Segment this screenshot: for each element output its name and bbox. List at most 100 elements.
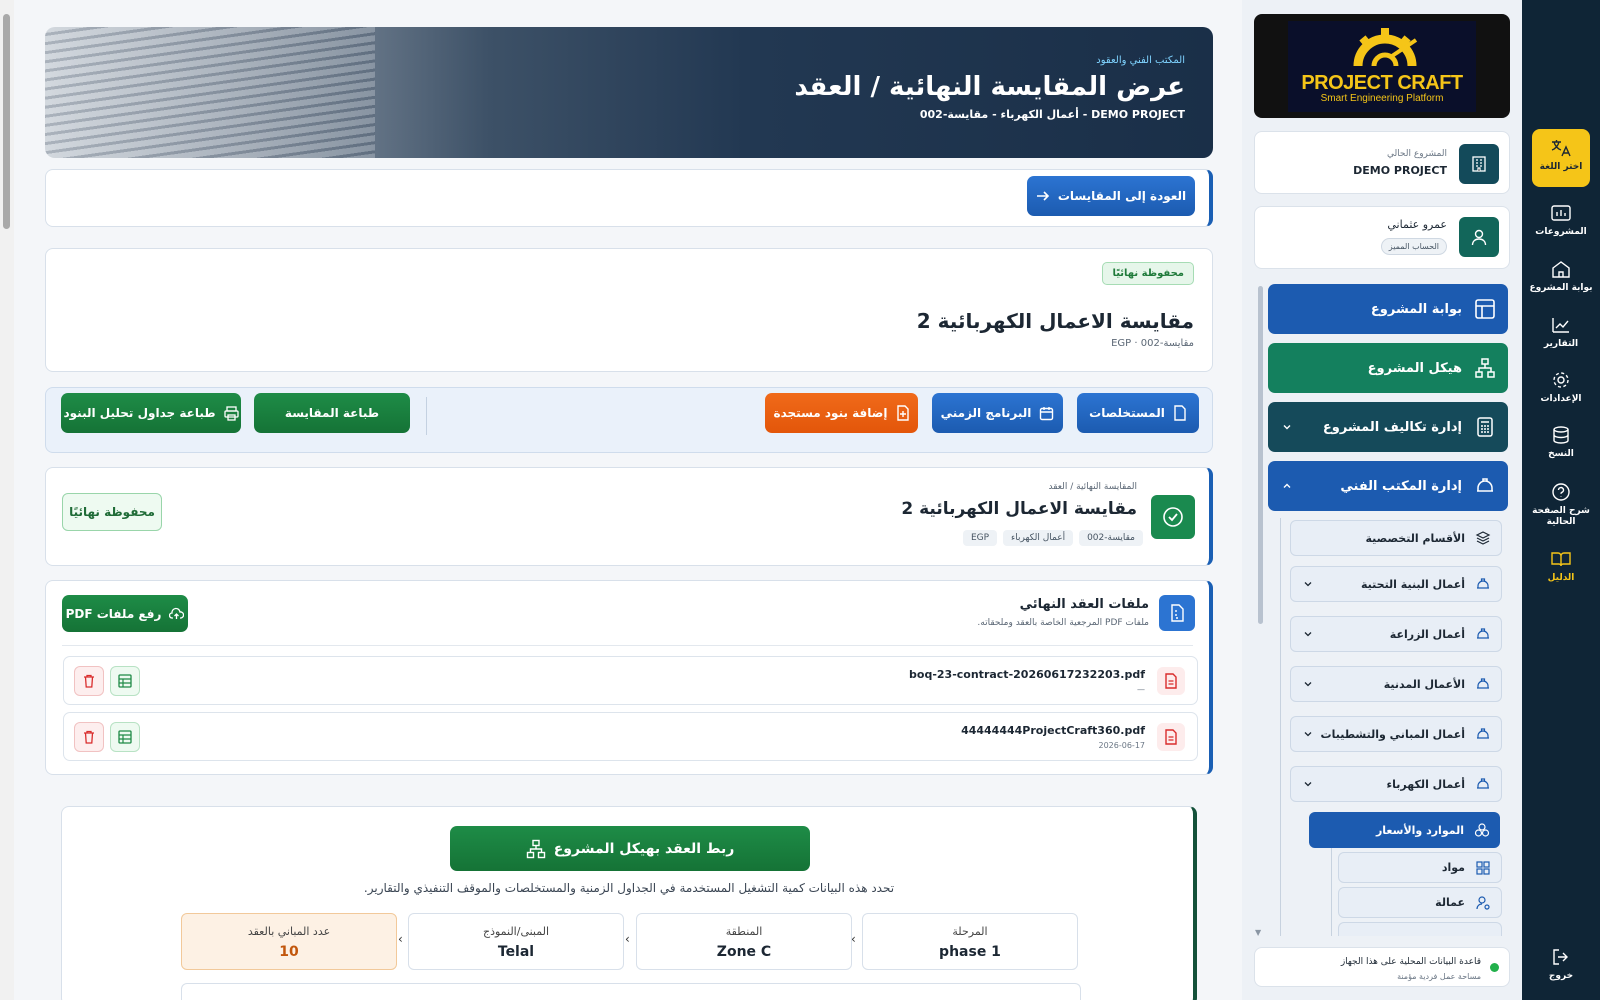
building-count-box[interactable]: عدد المباني بالعقد 10: [181, 913, 397, 970]
gear-logo-icon: [1353, 28, 1418, 67]
sub-nav-materials[interactable]: مواد: [1338, 852, 1502, 883]
zone-value: Zone C: [716, 944, 772, 960]
print-boq-button[interactable]: طباعة المقايسة: [254, 393, 410, 433]
rail-projects[interactable]: المشروعات: [1522, 203, 1600, 237]
actions-toolbar: المستخلصات البرنامج الزمني إضافة بنود مس…: [45, 387, 1213, 453]
scroll-down-arrow-icon[interactable]: ▼: [1255, 928, 1261, 937]
phase-box[interactable]: المرحلة phase 1: [862, 913, 1078, 970]
boq-title: مقايسة الاعمال الكهربائية 2: [916, 309, 1194, 333]
page-scrollbar[interactable]: [0, 0, 14, 1000]
building-count-label: عدد المباني بالعقد: [247, 925, 331, 938]
printer-icon: [223, 405, 239, 421]
sub-nav-label: أعمال البنية التحتية: [1360, 577, 1465, 591]
add-items-button[interactable]: إضافة بنود مستجدة: [765, 393, 918, 433]
chip-discipline: أعمال الكهرباء: [1003, 530, 1074, 546]
sub-nav-civil-works[interactable]: الأعمال المدنية: [1290, 666, 1502, 702]
sub-nav-buildings-finishing[interactable]: أعمال المباني والتشطيبات: [1290, 716, 1502, 752]
sidebar-scrollbar[interactable]: [1258, 286, 1263, 624]
upload-pdf-button[interactable]: رفع ملفات PDF: [62, 595, 188, 632]
zone-box[interactable]: المنطقة Zone C: [636, 913, 852, 970]
project-craft-logo[interactable]: PROJECT CRAFT Smart Engineering Platform: [1254, 14, 1510, 118]
home-icon: [1552, 261, 1570, 278]
rail-page-help[interactable]: شرح الصفحة الحالية: [1522, 482, 1600, 528]
nav-project-portal[interactable]: بوابة المشروع: [1268, 284, 1508, 334]
table-view-icon[interactable]: [110, 666, 140, 696]
db-status-text: قاعدة البيانات المحلية على هذا الجهاز: [1340, 957, 1481, 967]
rail-logout[interactable]: خروج: [1522, 947, 1600, 981]
schedule-button[interactable]: البرنامج الزمني: [932, 393, 1063, 433]
sub-nav-resources-prices[interactable]: الموارد والأسعار: [1309, 812, 1500, 848]
sidebar-fade: [1242, 936, 1522, 944]
saved-final-button[interactable]: محفوظة نهائيًا: [62, 493, 162, 531]
file-row[interactable]: boq-23-contract-20260617232203.pdf —: [63, 656, 1198, 705]
logout-icon: [1553, 949, 1568, 965]
rail-label: المشروعات: [1535, 227, 1587, 237]
language-button[interactable]: اختر اللغة: [1522, 138, 1600, 172]
payments-button[interactable]: المستخلصات: [1077, 393, 1199, 433]
contract-title: مقايسة الاعمال الكهربائية 2: [901, 499, 1137, 519]
file-row[interactable]: 44444444ProjectCraft360.pdf 2026-06-17: [63, 712, 1198, 761]
status-dot: [1490, 963, 1499, 972]
contract-card: المقايسة النهائية / العقد مقايسة الاعمال…: [45, 467, 1213, 566]
sub-nav-label: الموارد والأسعار: [1375, 823, 1464, 837]
layout-icon: [1475, 299, 1495, 319]
trash-icon[interactable]: [74, 722, 104, 752]
table-view-icon[interactable]: [110, 722, 140, 752]
sub-nav-partial-item[interactable]: [1338, 922, 1502, 936]
user-card[interactable]: عمرو عثماني الحساب المميز: [1254, 206, 1510, 269]
print-analysis-button[interactable]: طباعة جداول تحليل البنود: [61, 393, 241, 433]
chevron-down-icon: [1304, 782, 1312, 787]
sub-nav-labor[interactable]: عمالة: [1338, 887, 1502, 918]
file-plus-icon: [896, 405, 909, 421]
user-badge: الحساب المميز: [1380, 238, 1447, 255]
sub-nav-agriculture[interactable]: أعمال الزراعة: [1290, 616, 1502, 652]
contract-breadcrumb: المقايسة النهائية / العقد: [1048, 482, 1137, 492]
arrow-right-icon: [1036, 191, 1049, 201]
file-name[interactable]: 44444444ProjectCraft360.pdf: [961, 724, 1145, 737]
hero-kicker: المكتب الفني والعقود: [1096, 55, 1185, 66]
project-name: DEMO PROJECT: [1353, 164, 1447, 177]
payments-label: المستخلصات: [1089, 406, 1165, 420]
chevron-down-icon: [1304, 682, 1312, 687]
rail-project-portal[interactable]: بوابة المشروع: [1522, 259, 1600, 293]
user-cog-icon: [1476, 895, 1490, 910]
file-name[interactable]: boq-23-contract-20260617232203.pdf: [909, 668, 1145, 681]
rail-label: شرح الصفحة الحالية: [1532, 506, 1590, 527]
trash-icon[interactable]: [74, 666, 104, 696]
rail-settings[interactable]: الإعدادات: [1522, 370, 1600, 404]
grid-icon: [1476, 860, 1490, 875]
boxes-icon: [1474, 823, 1490, 837]
nav-project-structure[interactable]: هيكل المشروع: [1268, 343, 1508, 393]
sub-nav-specialized-sections[interactable]: الأقسام التخصصية: [1290, 520, 1502, 556]
contract-chips: مقايسة-002 أعمال الكهرباء EGP: [957, 525, 1143, 546]
add-items-label: إضافة بنود مستجدة: [773, 406, 888, 420]
schedule-label: البرنامج الزمني: [940, 406, 1032, 420]
building-box[interactable]: المبنى/النموذج Telal: [408, 913, 624, 970]
print-boq-label: طباعة المقايسة: [284, 406, 380, 420]
hard-hat-icon: [1477, 678, 1489, 689]
scrollbar-thumb[interactable]: [3, 14, 10, 229]
chevron-down-icon: [1304, 732, 1312, 737]
back-to-boqs-button[interactable]: العودة إلى المقايسات: [1027, 176, 1195, 216]
file-date: —: [1137, 685, 1145, 694]
files-subtitle: ملفات PDF المرجعية الخاصة بالعقد وملحقات…: [977, 618, 1149, 628]
sub-nav-infrastructure[interactable]: أعمال البنية التحتية: [1290, 566, 1502, 602]
hard-hat-icon: [1477, 778, 1489, 789]
next-section-card: [181, 983, 1081, 1000]
nav-technical-office[interactable]: إدارة المكتب الفني: [1268, 461, 1508, 511]
building-icon: [1459, 144, 1499, 184]
current-project-card[interactable]: المشروع الحالي DEMO PROJECT: [1254, 131, 1510, 194]
hero-subtitle: DEMO PROJECT - أعمال الكهرباء - مقايسة-0…: [919, 108, 1185, 121]
rail-guide[interactable]: الدليل: [1522, 549, 1600, 583]
files-title: ملفات العقد النهائي: [1019, 597, 1149, 612]
chevron-down-icon: [1304, 582, 1312, 587]
link-structure-button[interactable]: ربط العقد بهيكل المشروع: [450, 826, 810, 871]
nav-cost-management[interactable]: إدارة تكاليف المشروع: [1268, 402, 1508, 452]
rail-label: خروج: [1548, 971, 1574, 981]
sub-nav-label: أعمال الزراعة: [1389, 627, 1465, 641]
check-badge-icon: [1151, 495, 1195, 539]
rail-backup[interactable]: النسخ: [1522, 425, 1600, 459]
sub-nav-label: أعمال الكهرباء: [1386, 777, 1465, 791]
sub-nav-electrical[interactable]: أعمال الكهرباء: [1290, 766, 1502, 802]
rail-reports[interactable]: التقارير: [1522, 315, 1600, 349]
